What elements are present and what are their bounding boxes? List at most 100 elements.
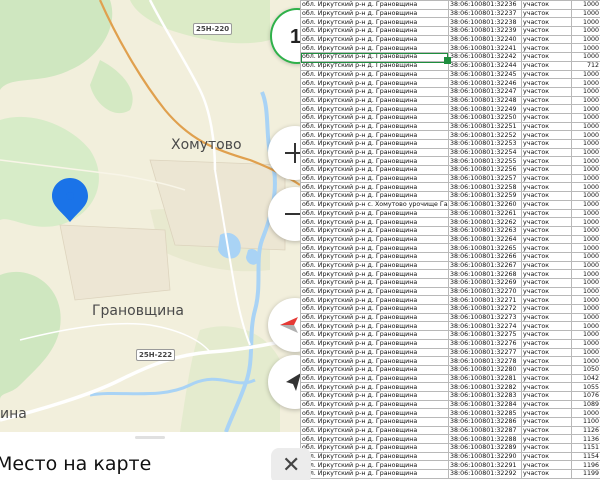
cadastral-number-cell[interactable]: 38:06:100801:32288 [448, 434, 522, 445]
area-cell[interactable]: 1000 [571, 26, 600, 36]
address-cell[interactable]: обл. Иркутский р-н д. Грановщина [300, 0, 449, 10]
table-row[interactable]: обл. Иркутский р-н д. Грановщина 38:06:10… [300, 286, 600, 297]
type-cell[interactable]: участок [521, 173, 572, 184]
area-cell[interactable]: 1000 [571, 43, 600, 54]
cadastral-number-cell[interactable]: 38:06:100801:32237 [448, 8, 522, 19]
cadastral-number-cell[interactable]: 38:06:100801:32246 [448, 78, 522, 88]
address-cell[interactable]: обл. Иркутский р-н д. Грановщина [300, 121, 449, 132]
cadastral-number-cell[interactable]: 38:06:100801:32272 [448, 304, 522, 314]
cadastral-number-cell[interactable]: 38:06:100801:32283 [448, 390, 522, 401]
address-cell[interactable]: обл. Иркутский р-н д. Грановщина [300, 165, 449, 175]
area-cell[interactable]: 1000 [571, 260, 600, 271]
table-row[interactable]: обл. Иркутский р-н д. Грановщина 38:06:10… [300, 130, 600, 140]
cadastral-number-cell[interactable]: 38:06:100801:32255 [448, 156, 522, 167]
area-cell[interactable]: 1000 [571, 104, 600, 114]
table-row[interactable]: обл. Иркутский р-н д. Грановщина 38:06:10… [300, 373, 600, 384]
table-row[interactable]: обл. Иркутский р-н д. Грановщина 38:06:10… [300, 182, 600, 193]
address-cell[interactable]: обл. Иркутский р-н д. Грановщина [300, 8, 449, 19]
type-cell[interactable]: участок [521, 112, 572, 123]
area-cell[interactable]: 1000 [571, 304, 600, 314]
address-cell[interactable]: обл. Иркутский р-н д. Грановщина [300, 356, 449, 366]
area-cell[interactable]: 1000 [571, 8, 600, 19]
address-cell[interactable]: обл. Иркутский р-н д. Грановщина [300, 373, 449, 384]
table-row[interactable]: обл. Иркутский р-н д. Грановщина 38:06:10… [300, 304, 600, 314]
area-cell[interactable]: 1000 [571, 269, 600, 279]
type-cell[interactable]: участок [521, 425, 572, 436]
area-cell[interactable]: 1000 [571, 347, 600, 358]
cadastral-number-cell[interactable]: 38:06:100801:32240 [448, 34, 522, 45]
area-cell[interactable]: 1000 [571, 330, 600, 340]
table-row[interactable]: обл. Иркутский р-н д. Грановщина 38:06:10… [300, 251, 600, 262]
area-cell[interactable]: 1154 [571, 451, 600, 462]
address-cell[interactable]: обл. Иркутский р-н д. Грановщина [300, 408, 449, 418]
area-cell[interactable]: 1000 [571, 408, 600, 418]
area-cell[interactable]: 1000 [571, 78, 600, 88]
table-row[interactable]: обл. Иркутский р-н д. Грановщина 38:06:10… [300, 78, 600, 88]
cadastral-number-cell[interactable]: 38:06:100801:32275 [448, 330, 522, 340]
table-row[interactable]: обл. Иркутский р-н д. Грановщина 38:06:10… [300, 278, 600, 288]
table-row[interactable]: обл. Иркутский р-н д. Грановщина 38:06:10… [300, 43, 600, 54]
address-cell[interactable]: обл. Иркутский р-н д. Грановщина [300, 364, 449, 375]
table-row[interactable]: обл. Иркутский р-н д. Грановщина 38:06:10… [300, 156, 600, 167]
area-cell[interactable]: 1000 [571, 356, 600, 366]
type-cell[interactable]: участок [521, 60, 572, 71]
cadastral-number-cell[interactable]: 38:06:100801:32253 [448, 139, 522, 149]
table-row[interactable]: обл. Иркутский р-н д. Грановщина 38:06:10… [300, 112, 600, 123]
table-row[interactable]: обл. Иркутский р-н с. Хомутово урочище Г… [300, 199, 600, 210]
cadastral-number-cell[interactable]: 38:06:100801:32269 [448, 278, 522, 288]
type-cell[interactable]: участок [521, 95, 572, 106]
type-cell[interactable]: участок [521, 17, 572, 28]
type-cell[interactable]: участок [521, 417, 572, 427]
type-cell[interactable]: участок [521, 295, 572, 306]
table-row[interactable]: обл. Иркутский р-н д. Грановщина 38:06:10… [300, 217, 600, 227]
address-cell[interactable]: обл. Иркутский р-н д. Грановщина [300, 225, 449, 236]
cadastral-number-cell[interactable]: 38:06:100801:32276 [448, 338, 522, 349]
cadastral-number-cell[interactable]: 38:06:100801:32241 [448, 43, 522, 54]
area-cell[interactable]: 1000 [571, 147, 600, 158]
type-cell[interactable]: участок [521, 243, 572, 253]
address-cell[interactable]: обл. Иркутский р-н д. Грановщина [300, 139, 449, 149]
table-row[interactable]: обл. Иркутский р-н д. Грановщина 38:06:10… [300, 269, 600, 279]
address-cell[interactable]: обл. Иркутский р-н д. Грановщина [300, 234, 449, 245]
type-cell[interactable]: участок [521, 338, 572, 349]
type-cell[interactable]: участок [521, 382, 572, 392]
address-cell[interactable]: обл. Иркутский р-н д. Грановщина [300, 243, 449, 253]
address-cell[interactable]: обл. Иркутский р-н д. Грановщина [300, 43, 449, 54]
table-row[interactable]: обл. Иркутский р-н д. Грановщина 38:06:10… [300, 399, 600, 410]
cadastral-number-cell[interactable]: 38:06:100801:32256 [448, 165, 522, 175]
address-cell[interactable]: обл. Иркутский р-н д. Грановщина [300, 69, 449, 80]
area-cell[interactable]: 1076 [571, 390, 600, 401]
address-cell[interactable]: обл. Иркутский р-н д. Грановщина [300, 417, 449, 427]
table-row[interactable]: обл. Иркутский р-н д. Грановщина 38:06:10… [300, 469, 600, 479]
cadastral-number-cell[interactable]: 38:06:100801:32262 [448, 217, 522, 227]
cadastral-number-cell[interactable]: 38:06:100801:32282 [448, 382, 522, 392]
area-cell[interactable]: 1000 [571, 173, 600, 184]
area-cell[interactable]: 1089 [571, 399, 600, 410]
cadastral-number-cell[interactable]: 38:06:100801:32250 [448, 112, 522, 123]
table-row[interactable]: обл. Иркутский р-н д. Грановщина 38:06:10… [300, 295, 600, 306]
area-cell[interactable]: 1050 [571, 364, 600, 375]
type-cell[interactable]: участок [521, 147, 572, 158]
table-row[interactable]: обл. Иркутский р-н д. Грановщина 38:06:10… [300, 356, 600, 366]
table-row[interactable]: обл. Иркутский р-н д. Грановщина 38:06:10… [300, 434, 600, 445]
cadastral-number-cell[interactable]: 38:06:100801:32286 [448, 417, 522, 427]
cadastral-number-cell[interactable]: 38:06:100801:32264 [448, 234, 522, 245]
area-cell[interactable]: 1196 [571, 460, 600, 471]
address-cell[interactable]: обл. Иркутский р-н д. Грановщина [300, 34, 449, 45]
cadastral-number-cell[interactable]: 38:06:100801:32266 [448, 251, 522, 262]
area-cell[interactable]: 1000 [571, 191, 600, 201]
cadastral-number-cell[interactable]: 38:06:100801:32280 [448, 364, 522, 375]
area-cell[interactable]: 1136 [571, 434, 600, 445]
table-row[interactable]: обл. Иркутский р-н д. Грановщина 38:06:10… [300, 390, 600, 401]
cadastral-number-cell[interactable]: 38:06:100801:32254 [448, 147, 522, 158]
table-row[interactable]: обл. Иркутский р-н д. Грановщина 38:06:10… [300, 26, 600, 36]
cadastral-number-cell[interactable]: 38:06:100801:32274 [448, 321, 522, 332]
area-cell[interactable]: 1000 [571, 199, 600, 210]
sheet-grabber[interactable] [135, 436, 165, 439]
table-row[interactable]: обл. Иркутский р-н д. Грановщина 38:06:10… [300, 443, 600, 453]
cadastral-number-cell[interactable]: 38:06:100801:32238 [448, 17, 522, 28]
type-cell[interactable]: участок [521, 260, 572, 271]
cadastral-number-cell[interactable]: 38:06:100801:32251 [448, 121, 522, 132]
type-cell[interactable]: участок [521, 469, 572, 479]
address-cell[interactable]: обл. Иркутский р-н д. Грановщина [300, 425, 449, 436]
